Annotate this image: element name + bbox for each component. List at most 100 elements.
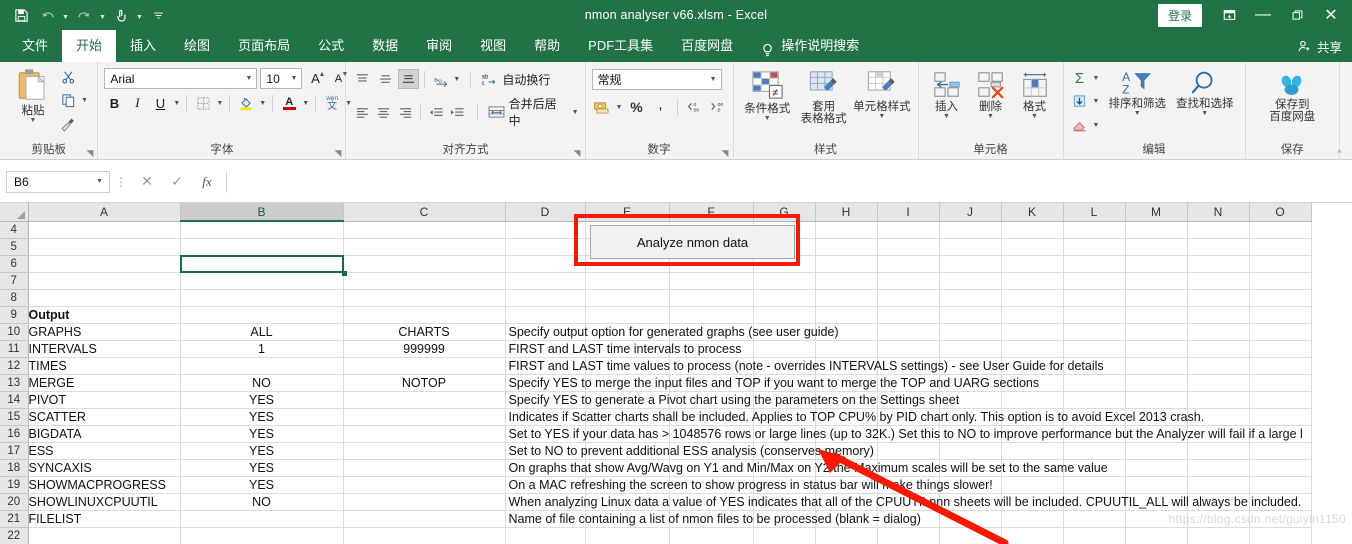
cell-K11[interactable] (1001, 340, 1064, 358)
cell-O6[interactable] (1249, 255, 1312, 273)
cell-H22[interactable] (815, 527, 878, 544)
cell-C10[interactable]: CHARTS (343, 323, 506, 341)
cell-H8[interactable] (815, 289, 878, 307)
align-center-button[interactable] (374, 102, 393, 122)
cell-K19[interactable] (1001, 476, 1064, 494)
cell-B13[interactable]: NO (180, 374, 344, 392)
accounting-format-icon[interactable] (592, 97, 612, 117)
cell-F7[interactable] (669, 272, 754, 290)
cell-D22[interactable] (505, 527, 586, 544)
cell-I11[interactable] (877, 340, 940, 358)
row-header-7[interactable]: 7 (0, 272, 29, 290)
autosum-button[interactable]: Σ ▼ (1070, 69, 1100, 89)
cell-A14[interactable]: PIVOT (28, 391, 181, 409)
cell-M9[interactable] (1125, 306, 1188, 324)
column-header-G[interactable]: G (753, 203, 816, 222)
minimize-button[interactable]: — (1246, 0, 1280, 30)
cell-D12[interactable]: FIRST and LAST time values to process (n… (505, 357, 1104, 375)
fill-caret[interactable]: ▼ (1093, 98, 1100, 105)
cell-I6[interactable] (877, 255, 940, 273)
copy-dropdown-caret[interactable]: ▼ (81, 97, 88, 104)
cell-B6[interactable] (180, 255, 344, 273)
cell-L8[interactable] (1063, 289, 1126, 307)
cell-C22[interactable] (343, 527, 506, 544)
cell-B7[interactable] (180, 272, 344, 290)
cell-B19[interactable]: YES (180, 476, 344, 494)
cell-L10[interactable] (1063, 323, 1126, 341)
clipboard-dialog-launcher[interactable]: ◥ (85, 149, 94, 158)
sign-in-button[interactable]: 登录 (1157, 3, 1202, 27)
cell-N13[interactable] (1187, 374, 1250, 392)
cell-C18[interactable] (343, 459, 506, 477)
cell-O14[interactable] (1249, 391, 1312, 409)
decrease-decimal-icon[interactable]: .00.0 (709, 97, 729, 117)
format-cells-caret[interactable]: ▼ (1031, 113, 1038, 120)
column-header-N[interactable]: N (1187, 203, 1250, 222)
underline-button[interactable]: U (150, 93, 170, 113)
font-color-caret[interactable]: ▼ (302, 100, 309, 107)
increase-font-size-button[interactable]: A ▲ (305, 69, 325, 89)
cell-N14[interactable] (1187, 391, 1250, 409)
cell-D8[interactable] (505, 289, 586, 307)
ribbon-tab-7[interactable]: 审阅 (412, 30, 466, 62)
cell-A11[interactable]: INTERVALS (28, 340, 181, 358)
column-header-H[interactable]: H (815, 203, 878, 222)
cell-D10[interactable]: Specify output option for generated grap… (505, 323, 839, 341)
cell-L17[interactable] (1063, 442, 1126, 460)
cell-B14[interactable]: YES (180, 391, 344, 409)
cell-M19[interactable] (1125, 476, 1188, 494)
number-dialog-launcher[interactable]: ◥ (721, 149, 730, 158)
cell-D19[interactable]: On a MAC refreshing the screen to show p… (505, 476, 993, 494)
column-header-J[interactable]: J (939, 203, 1002, 222)
cell-O9[interactable] (1249, 306, 1312, 324)
fill-color-icon[interactable] (236, 93, 256, 113)
cell-D11[interactable]: FIRST and LAST time intervals to process (505, 340, 741, 358)
cell-L21[interactable] (1063, 510, 1126, 528)
ribbon-tab-1[interactable]: 开始 (62, 30, 117, 62)
cell-J4[interactable] (939, 221, 1002, 239)
cell-A9[interactable]: Output (28, 306, 181, 324)
cell-N19[interactable] (1187, 476, 1250, 494)
share-person-icon[interactable] (1297, 39, 1312, 54)
restore-button[interactable] (1280, 0, 1314, 30)
cell-H5[interactable] (815, 238, 878, 256)
column-header-A[interactable]: A (28, 203, 181, 222)
cell-J22[interactable] (939, 527, 1002, 544)
autosum-caret[interactable]: ▼ (1093, 75, 1100, 82)
cell-D5[interactable] (505, 238, 586, 256)
cell-N7[interactable] (1187, 272, 1250, 290)
cell-G22[interactable] (753, 527, 816, 544)
cell-J6[interactable] (939, 255, 1002, 273)
cell-K7[interactable] (1001, 272, 1064, 290)
cell-J11[interactable] (939, 340, 1002, 358)
font-color-icon[interactable]: A (279, 93, 299, 113)
find-select-caret[interactable]: ▼ (1201, 110, 1208, 117)
cell-K10[interactable] (1001, 323, 1064, 341)
orientation-icon[interactable]: ab (430, 69, 451, 89)
format-as-table-button[interactable]: 套用 表格格式 (795, 68, 852, 125)
cell-I7[interactable] (877, 272, 940, 290)
align-bottom-button[interactable] (398, 69, 420, 89)
cell-J17[interactable] (939, 442, 1002, 460)
font-name-input[interactable]: Arial ▼ (104, 68, 258, 89)
cancel-x-icon[interactable]: ✕ (132, 171, 162, 193)
font-name-caret[interactable]: ▼ (245, 75, 252, 82)
name-box[interactable]: B6 ▼ (6, 170, 110, 193)
cell-L5[interactable] (1063, 238, 1126, 256)
column-header-E[interactable]: E (585, 203, 670, 222)
row-header-8[interactable]: 8 (0, 289, 29, 307)
cell-N12[interactable] (1187, 357, 1250, 375)
cell-K17[interactable] (1001, 442, 1064, 460)
select-all-corner[interactable] (0, 203, 29, 222)
cell-K4[interactable] (1001, 221, 1064, 239)
cell-K8[interactable] (1001, 289, 1064, 307)
cell-A13[interactable]: MERGE (28, 374, 181, 392)
tell-me-search[interactable]: 操作说明搜索 (747, 30, 873, 62)
bold-button[interactable]: B (104, 93, 124, 113)
cell-M13[interactable] (1125, 374, 1188, 392)
cell-J5[interactable] (939, 238, 1002, 256)
cell-A17[interactable]: ESS (28, 442, 181, 460)
cell-M6[interactable] (1125, 255, 1188, 273)
cell-M8[interactable] (1125, 289, 1188, 307)
cell-C12[interactable] (343, 357, 506, 375)
